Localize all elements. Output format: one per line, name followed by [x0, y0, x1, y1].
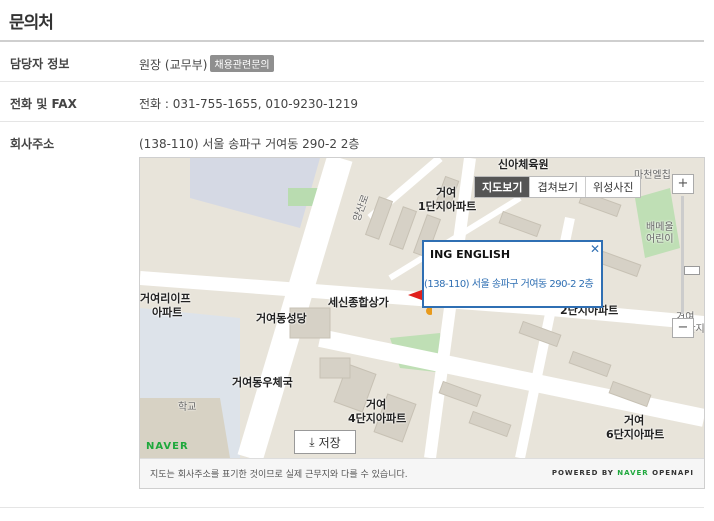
- recruit-badge: 채용관련문의: [210, 55, 274, 72]
- map-label: 어린이: [646, 234, 674, 245]
- zoom-in-button[interactable]: +: [672, 174, 694, 194]
- map-footer: 지도는 회사주소를 표기한 것이므로 실제 근무지와 다를 수 있습니다. PO…: [140, 458, 704, 488]
- tab-overlay-view[interactable]: 겹쳐보기: [530, 177, 586, 197]
- map-label: 신아체육원: [498, 158, 549, 171]
- map-label: 거여동우체국: [232, 376, 293, 389]
- section-title: 문의처: [9, 13, 54, 33]
- contact-value: 원장 (교무부) 채용관련문의: [139, 55, 274, 73]
- tab-map-view[interactable]: 지도보기: [475, 177, 531, 197]
- close-icon[interactable]: ✕: [590, 242, 600, 256]
- row-divider: [0, 121, 704, 122]
- row-divider: [0, 81, 704, 82]
- map-type-tabs: 지도보기 겹쳐보기 위성사진: [474, 176, 642, 198]
- row-divider: [0, 507, 704, 508]
- contact-label: 담당자 정보: [10, 57, 70, 71]
- powered-naver-text: NAVER: [617, 469, 649, 477]
- map-label: 1단지아파트: [418, 200, 477, 213]
- map-label: 6단지아파트: [606, 428, 665, 441]
- contact-name: 원장 (교무부): [139, 58, 208, 72]
- zoom-slider[interactable]: [681, 196, 700, 314]
- powered-api-text: OPENAPI: [652, 469, 694, 477]
- phone-label: 전화 및 FAX: [10, 97, 77, 111]
- popup-address: (138-110) 서울 송파구 거여동 290-2 2층: [424, 279, 594, 290]
- address-label: 회사주소: [10, 137, 55, 151]
- tab-satellite-view[interactable]: 위성사진: [586, 177, 640, 197]
- zoom-slider-handle[interactable]: [684, 266, 700, 275]
- location-popup: ING ENGLISH ✕ (138-110) 서울 송파구 거여동 290-2…: [422, 240, 603, 308]
- map-label: 거여동성당: [256, 312, 307, 325]
- save-label: 저장: [318, 435, 341, 450]
- map-label: 아파트: [152, 306, 183, 319]
- map-disclaimer: 지도는 회사주소를 표기한 것이므로 실제 근무지와 다를 수 있습니다.: [150, 470, 408, 480]
- powered-by-text: POWERED BY: [551, 469, 614, 477]
- download-icon: ⤓: [309, 434, 315, 449]
- powered-by-credit: POWERED BY NAVER OPENAPI: [552, 469, 694, 477]
- zoom-control: + −: [672, 174, 700, 338]
- address-value: (138-110) 서울 송파구 거여동 290-2 2층: [139, 137, 360, 151]
- map-container[interactable]: 신아체육원 거여 1단지아파트 양산로 거여리이프 아파트 거여동성당 세신종합…: [139, 157, 705, 489]
- popup-title: ING ENGLISH: [430, 248, 511, 261]
- map-label: 학교: [178, 402, 197, 413]
- zoom-out-button[interactable]: −: [672, 318, 694, 338]
- title-divider: [0, 40, 704, 42]
- map-label: 세신종합상가: [328, 296, 389, 309]
- save-button[interactable]: ⤓ 저장: [294, 430, 356, 454]
- naver-logo: NAVER: [146, 441, 189, 452]
- phone-value: 전화 : 031-755-1655, 010-9230-1219: [139, 97, 359, 111]
- map-label: 4단지아파트: [348, 412, 407, 425]
